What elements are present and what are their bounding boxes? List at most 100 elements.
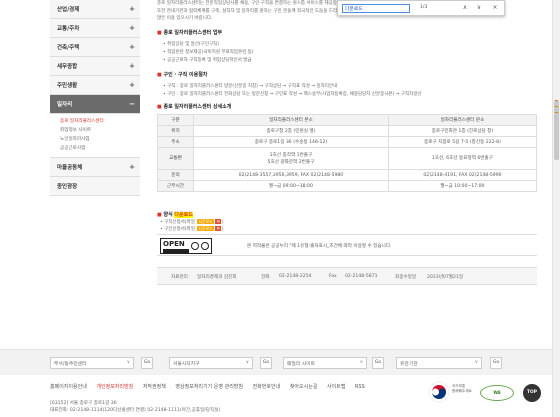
footer-link[interactable]: RSS bbox=[355, 384, 365, 390]
go-button[interactable]: Go bbox=[372, 357, 384, 369]
collapse-icon: − bbox=[129, 100, 135, 108]
chevron-down-icon: ∨ bbox=[474, 360, 478, 365]
section-heading-detail: ■ 종로 일자리플러스센터 상세소개 bbox=[157, 103, 231, 110]
table-header: 일자리플러스센터 분소 bbox=[387, 114, 538, 126]
web-accessibility-badge: WA bbox=[480, 385, 514, 401]
list-item-text: 직업훈련 정보제공(국비지원 무료직업훈련 등) bbox=[167, 50, 254, 55]
sidebar-item-residents[interactable]: 주민생활 + bbox=[50, 76, 140, 95]
list-item-text: 공공근로자 구직등록 및 취업상담학인서 발급 bbox=[167, 58, 252, 63]
table-row: 위치 종로구청 2층 (민원실 옆) 종로구민회관 1층 (진로상담 창) bbox=[157, 125, 538, 137]
sidebar: 산업/경제 + 교통/주차 + 건축/주택 + 세무종합 + 주민생활 + 일자… bbox=[50, 0, 140, 196]
intro-text: 종로 일자리플러스센터는 전문직업상담사를 채용, 구인·구직을 연결하는 원스… bbox=[157, 1, 347, 6]
select-label: 서울시자치구 bbox=[173, 362, 200, 367]
section-heading-forms: ■ 양식 다운로드 bbox=[157, 211, 193, 218]
footer-select-bar: 부서/동주민센터 ∨ Go 서울시자치구 ∨ Go 패밀리 사이트 ∨ Go 유… bbox=[0, 349, 552, 375]
submenu-item-public-work[interactable]: 공공근로사업 bbox=[50, 145, 140, 154]
find-prev-icon[interactable]: ∧ bbox=[460, 3, 470, 13]
list-item: • 취업상담 및 알선(구인구직) bbox=[163, 42, 220, 47]
family-site-select[interactable]: 패밀리 사이트 ∨ bbox=[283, 357, 367, 369]
sidebar-item-community[interactable]: 마을공동체 + bbox=[50, 157, 140, 177]
submenu-item-job-plus-center[interactable]: 종로 일자리플러스센터 bbox=[50, 117, 140, 126]
intro-text: 또한 관내기관과 협력체계를 구축, 실직자 및 일자리를 원하는 구민 분들께… bbox=[157, 9, 342, 14]
sidebar-item-label: 세무종합 bbox=[57, 64, 78, 70]
table-cell: 1호선 종각역 1번출구 5호선 광화문역 2번출구 bbox=[193, 147, 389, 170]
row-header: 주소 bbox=[157, 136, 194, 148]
form-label: 구인신청서(파일 bbox=[164, 227, 195, 232]
sidebar-item-traffic[interactable]: 교통/주차 + bbox=[50, 19, 140, 38]
vertical-scrollbar[interactable] bbox=[552, 0, 560, 417]
footer-link[interactable]: 찾아오시는길 bbox=[290, 384, 318, 390]
form-item: • 구인신청서(파일 다운로드 ▤) bbox=[160, 226, 224, 232]
scroll-top-button[interactable]: TOP bbox=[523, 384, 541, 402]
footer-links: 홈페이지이용안내 개인정보처리방침 저작권정책 영상정보처리기기 운영 관리방침… bbox=[50, 383, 373, 390]
table-row: 주소 종로구 종로1길 36 (수송동 146-12) 종로구 지봉로 5길 7… bbox=[157, 136, 538, 148]
footer-link[interactable]: 사이트맵 bbox=[327, 384, 345, 390]
related-org-select[interactable]: 유관기관 ∨ bbox=[396, 357, 482, 369]
expand-icon: + bbox=[129, 43, 135, 51]
table-cell: 종로구 종로1길 36 (수송동 146-12) bbox=[193, 136, 389, 148]
chevron-down-icon: ∨ bbox=[359, 360, 363, 365]
district-select[interactable]: 서울시자치구 ∨ bbox=[169, 357, 253, 369]
file-icon: ▤ bbox=[215, 219, 222, 224]
table-cell: 02)2148-3557,3956,3959, FAX 02)2148-5980 bbox=[193, 169, 389, 181]
intro-text: 많은 이용 있으시기 바랍니다. bbox=[157, 16, 213, 21]
heading-text: 종로 일자리플러스센터 업무 bbox=[163, 30, 223, 36]
find-match-marker bbox=[555, 100, 558, 101]
table-cell: 종로구 지봉로 5길 7-5 (창신동 222-8) bbox=[387, 136, 538, 148]
sidebar-item-industry[interactable]: 산업/경제 + bbox=[50, 0, 140, 19]
meta-dept-label: 자료관리 bbox=[171, 275, 188, 280]
table-header: 구분 bbox=[157, 114, 194, 126]
sidebar-item-label: 산업/경제 bbox=[57, 7, 80, 13]
sidebar-item-housing[interactable]: 건축/주택 + bbox=[50, 38, 140, 57]
footer-link-privacy[interactable]: 개인정보처리방침 bbox=[96, 384, 133, 390]
submenu-item-job-sites[interactable]: 취업정보 사이트 bbox=[50, 126, 140, 135]
page: 산업/경제 + 교통/주차 + 건축/주택 + 세무종합 + 주민생활 + 일자… bbox=[0, 0, 560, 417]
row-header: 문의 bbox=[157, 169, 194, 181]
chevron-down-icon: ∨ bbox=[245, 360, 249, 365]
heading-text: 구인 · 구직 이용절차 bbox=[163, 72, 208, 78]
find-bar: 1/3 ∧ ∨ × bbox=[337, 0, 505, 16]
table-row: 교통편 1호선 종각역 1번출구 5호선 광화문역 2번출구 1호선, 6호선 … bbox=[157, 147, 538, 170]
expand-icon: + bbox=[129, 5, 135, 13]
sidebar-item-jobs[interactable]: 일자리 − bbox=[50, 95, 140, 114]
dept-select[interactable]: 부서/동주민센터 ∨ bbox=[50, 357, 134, 369]
download-button[interactable]: 다운로드 bbox=[197, 226, 215, 231]
table-cell: 02)2148-4191, FAX 02)2148-5990 bbox=[387, 169, 538, 181]
form-label: 구직신청서(파일 bbox=[164, 220, 195, 225]
chevron-down-icon: ∨ bbox=[126, 360, 130, 365]
meta-date-label: 최종수정일 bbox=[395, 275, 417, 280]
meta-fax: 02-2148-5871 bbox=[345, 274, 378, 279]
find-input[interactable] bbox=[342, 4, 410, 13]
row-header: 근무시간 bbox=[157, 180, 194, 192]
download-button[interactable]: 다운로드 bbox=[197, 219, 215, 224]
list-item: • 공공근로자 구직등록 및 취업상담학인서 발급 bbox=[163, 58, 252, 63]
footer-link[interactable]: 전화번호안내 bbox=[253, 384, 281, 390]
row-header: 위치 bbox=[157, 125, 194, 137]
find-next-icon[interactable]: ∨ bbox=[474, 3, 484, 13]
submenu-item-senior-jobs[interactable]: 노인일자리사업 bbox=[50, 135, 140, 144]
table-cell: 종로구민회관 1층 (진로상담 창) bbox=[387, 125, 538, 137]
open-license-box: OPEN 본 저작물은 공공누리 "제 1유형:출처표시_조건에 따라 이용할 … bbox=[157, 234, 537, 256]
expand-icon: + bbox=[129, 62, 135, 70]
footer-link[interactable]: 영상정보처리기기 운영 관리방침 bbox=[175, 384, 243, 390]
go-button[interactable]: Go bbox=[141, 357, 153, 369]
footer-link[interactable]: 저작권정책 bbox=[143, 384, 166, 390]
heading-text: 양식 bbox=[163, 212, 173, 218]
sidebar-item-label: 건축/주택 bbox=[57, 45, 80, 51]
veterans-badge-label: 국가보훈 함께해주세요 bbox=[452, 384, 472, 393]
expand-icon: + bbox=[129, 162, 135, 171]
table-row: 근무시간 월~금 09:00~18:00 월~금 10:00~17:00 bbox=[157, 180, 538, 192]
center-info-table: 구분 일자리플러스센터 본소 일자리플러스센터 분소 위치 종로구청 2층 (민… bbox=[157, 114, 538, 192]
scrollbar-thumb[interactable] bbox=[554, 100, 559, 160]
page-meta: 자료관리 일자리경제과 김진희 전화 02-2148-2254 Fax 02-2… bbox=[157, 267, 537, 285]
close-icon[interactable]: × bbox=[490, 3, 500, 13]
jobs-submenu: 종로 일자리플러스센터 취업정보 사이트 노인일자리사업 공공근로사업 bbox=[50, 114, 140, 158]
go-button[interactable]: Go bbox=[260, 357, 272, 369]
sidebar-item-tax[interactable]: 세무종합 + bbox=[50, 57, 140, 76]
select-label: 패밀리 사이트 bbox=[287, 362, 316, 367]
footer-link[interactable]: 홈페이지이용안내 bbox=[50, 384, 87, 390]
go-button[interactable]: Go bbox=[490, 357, 502, 369]
meta-dept: 일자리경제과 김진희 bbox=[197, 275, 237, 280]
sidebar-item-plaza[interactable]: 종인광장 bbox=[50, 176, 140, 196]
table-cell: 월~금 09:00~18:00 bbox=[193, 180, 389, 192]
